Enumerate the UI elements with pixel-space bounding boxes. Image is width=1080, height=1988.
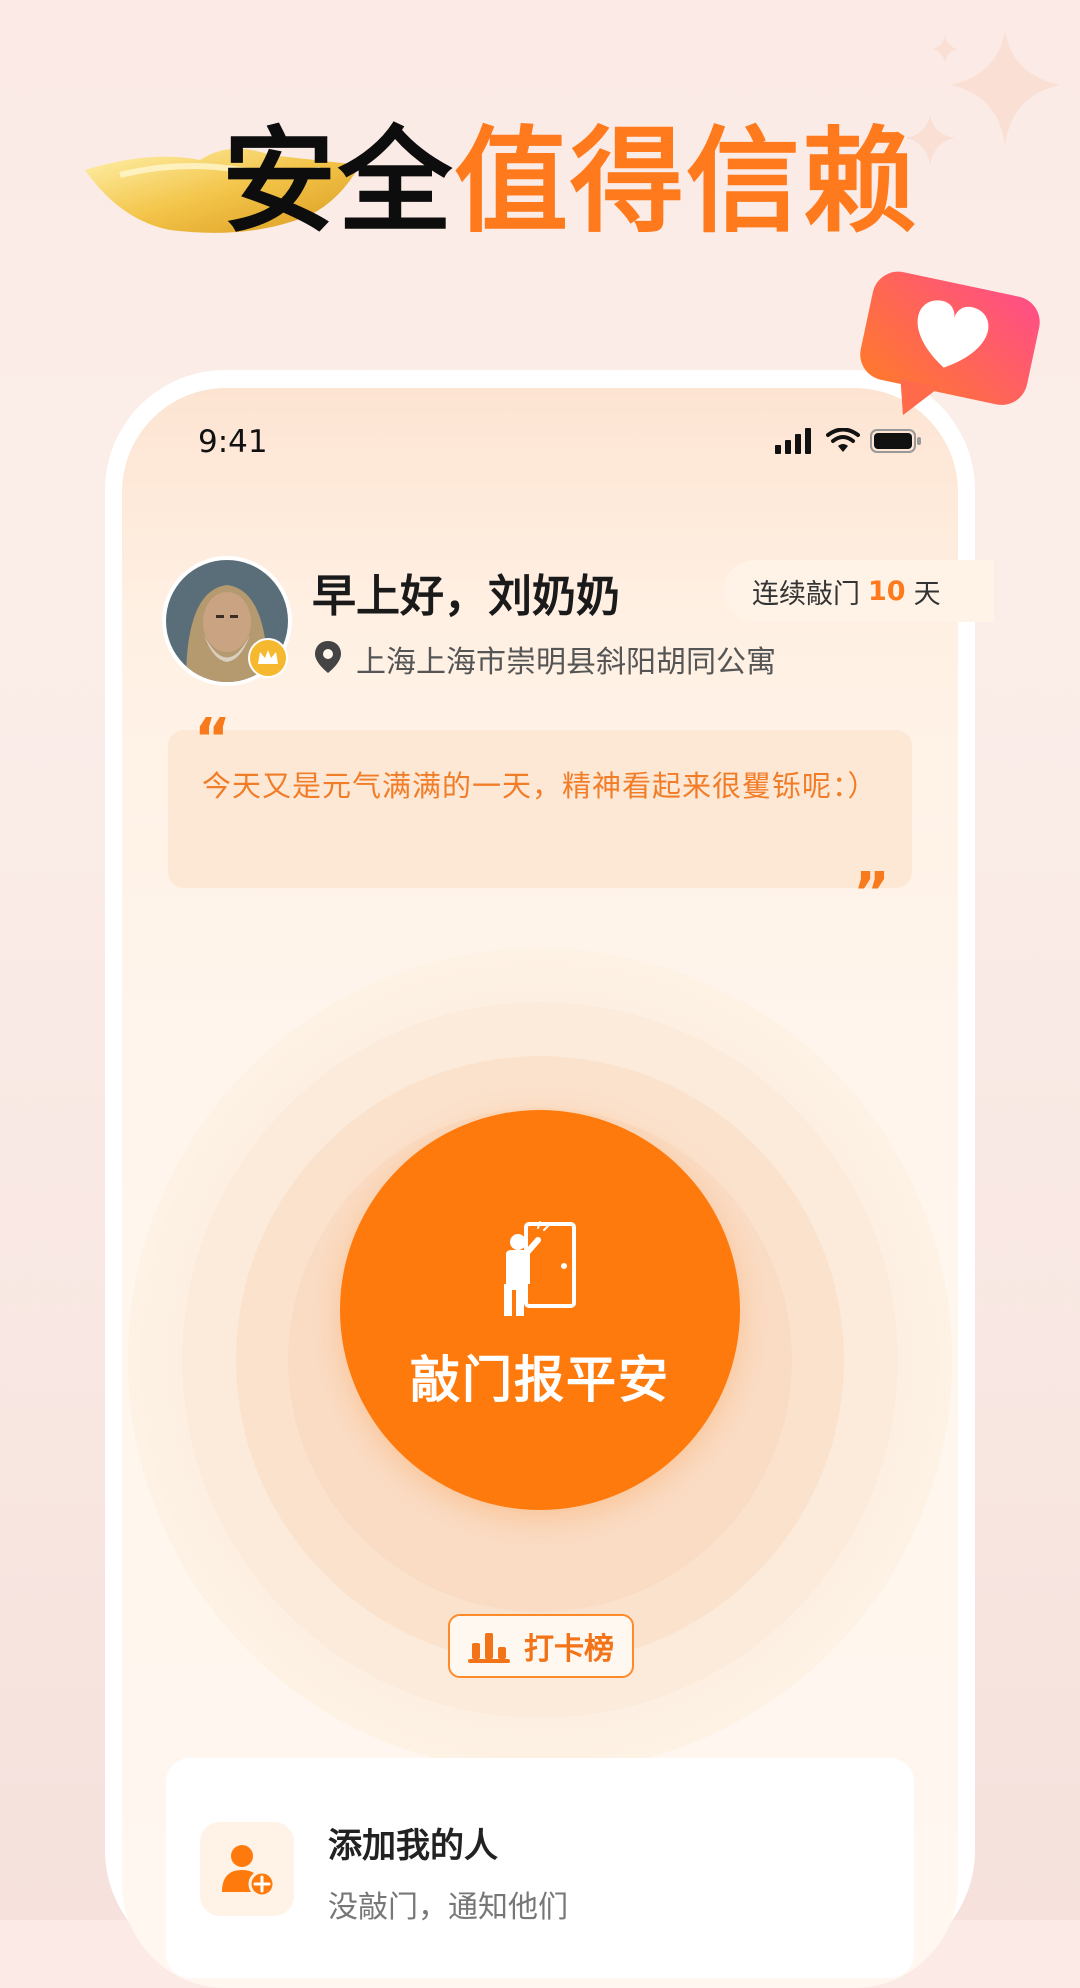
streak-badge: 连续敲门 10 天 xyxy=(724,560,994,622)
quote-close-mark: ” xyxy=(853,861,890,926)
streak-prefix: 连续敲门 xyxy=(752,578,860,610)
streak-suffix: 天 xyxy=(913,578,941,610)
battery-icon xyxy=(870,429,921,453)
quote-text: 今天又是元气满满的一天，精神看起来很矍铄呢：） xyxy=(202,769,878,803)
knock-button-label: 敲门报平安 xyxy=(410,1351,670,1409)
greeting: 早上好，刘奶奶 xyxy=(312,571,620,622)
wifi-icon xyxy=(826,428,860,452)
status-time: 9:41 xyxy=(198,424,268,460)
streak-count: 10 xyxy=(868,575,906,607)
address: 上海上海市崇明县斜阳胡同公寓 xyxy=(356,645,776,680)
card-subtitle: 没敲门，通知他们 xyxy=(328,1890,568,1925)
rank-button-label: 打卡榜 xyxy=(524,1632,614,1667)
signal-icon xyxy=(775,428,811,454)
heart-message-icon xyxy=(860,271,1040,416)
location-pin-icon xyxy=(315,641,341,673)
crown-icon xyxy=(248,638,288,678)
headline-orange: 值得信赖 xyxy=(454,115,919,248)
bar-chart-icon xyxy=(468,1633,510,1663)
headline: 安全 值得信赖 xyxy=(222,112,918,252)
card-title: 添加我的人 xyxy=(328,1826,498,1866)
rank-button[interactable]: 打卡榜 xyxy=(448,1614,634,1678)
knock-door-icon xyxy=(504,1221,576,1316)
add-person-icon xyxy=(222,1845,276,1898)
headline-black: 安全 xyxy=(222,115,455,248)
sparkle-icon xyxy=(905,30,1060,165)
